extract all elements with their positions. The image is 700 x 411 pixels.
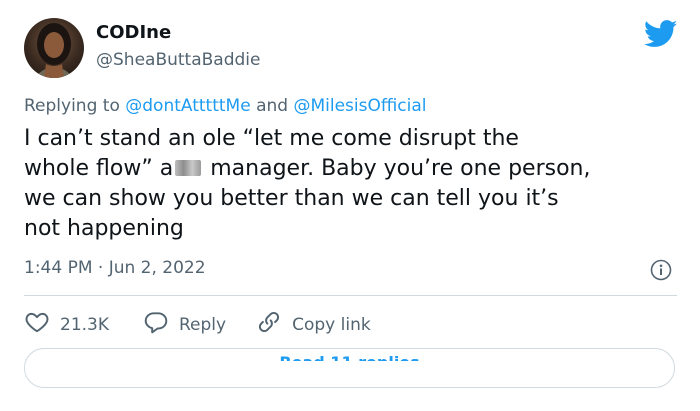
read-more-button[interactable]: Read 11 replies [24, 348, 675, 388]
tweet-line-part: whole flow” a [24, 156, 174, 181]
info-icon[interactable] [650, 259, 672, 281]
twitter-bird-icon[interactable] [643, 20, 678, 48]
like-button[interactable]: 21.3K [24, 309, 109, 340]
mention-link[interactable]: @MilesisOfficial [293, 96, 426, 116]
like-count: 21.3K [60, 314, 109, 335]
tweet-line: not happening [24, 216, 184, 241]
censored-word [175, 160, 202, 176]
display-name[interactable]: CODIne [96, 22, 171, 43]
replying-to-prefix: Replying to [24, 96, 120, 116]
replying-to: Replying to @dontAtttttMe and @MilesisOf… [24, 96, 427, 116]
avatar[interactable] [24, 18, 84, 78]
read-more-crop [25, 361, 674, 387]
divider [24, 295, 677, 296]
tweet-line: whole flow” a manager. Baby you’re one p… [24, 154, 684, 184]
action-bar: 21.3K Reply Copy link [24, 309, 371, 340]
tweet-line-part: manager. Baby you’re one person, [203, 156, 591, 181]
copy-link-label: Copy link [292, 314, 371, 335]
tweet-text: I can’t stand an ole “let me come disrup… [24, 124, 684, 244]
heart-icon [24, 309, 50, 340]
tweet-line: I can’t stand an ole “let me come disrup… [24, 126, 519, 151]
reply-button[interactable]: Reply [143, 309, 226, 340]
replying-to-conjunction: and [256, 96, 289, 116]
reply-bubble-icon [143, 309, 169, 340]
tweet-line: we can show you better than we can tell … [24, 186, 559, 211]
link-icon [256, 309, 282, 340]
user-handle[interactable]: @SheaButtaBaddie [96, 50, 260, 70]
copy-link-button[interactable]: Copy link [256, 309, 371, 340]
page-crop [130, 388, 700, 411]
mention-link[interactable]: @dontAtttttMe [125, 96, 250, 116]
tweet-timestamp[interactable]: 1:44 PM · Jun 2, 2022 [24, 258, 206, 278]
reply-label: Reply [179, 314, 227, 335]
